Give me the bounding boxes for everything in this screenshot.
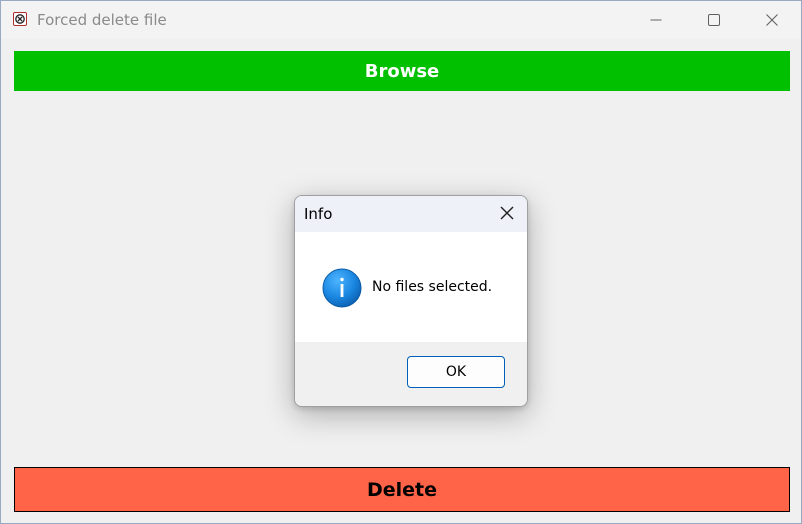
minimize-icon <box>650 14 662 26</box>
dialog-close-button[interactable] <box>487 196 527 232</box>
maximize-icon <box>708 14 720 26</box>
close-icon <box>500 205 514 224</box>
info-dialog: Info No files selected. OK <box>294 195 528 407</box>
dialog-title-bar[interactable]: Info <box>295 196 527 232</box>
close-icon <box>766 14 778 26</box>
dialog-body: No files selected. <box>295 232 527 342</box>
delete-button[interactable]: Delete <box>14 467 790 512</box>
title-bar[interactable]: Forced delete file <box>1 1 801 39</box>
info-icon <box>322 268 362 308</box>
forced-delete-app-icon <box>13 12 27 26</box>
minimize-button[interactable] <box>627 1 685 39</box>
close-button[interactable] <box>743 1 801 39</box>
window-title: Forced delete file <box>37 11 167 29</box>
ok-button[interactable]: OK <box>407 356 505 388</box>
browse-button[interactable]: Browse <box>14 51 790 91</box>
dialog-message: No files selected. <box>372 279 493 295</box>
maximize-button[interactable] <box>685 1 743 39</box>
dialog-footer: OK <box>295 342 527 406</box>
dialog-title: Info <box>304 205 333 223</box>
